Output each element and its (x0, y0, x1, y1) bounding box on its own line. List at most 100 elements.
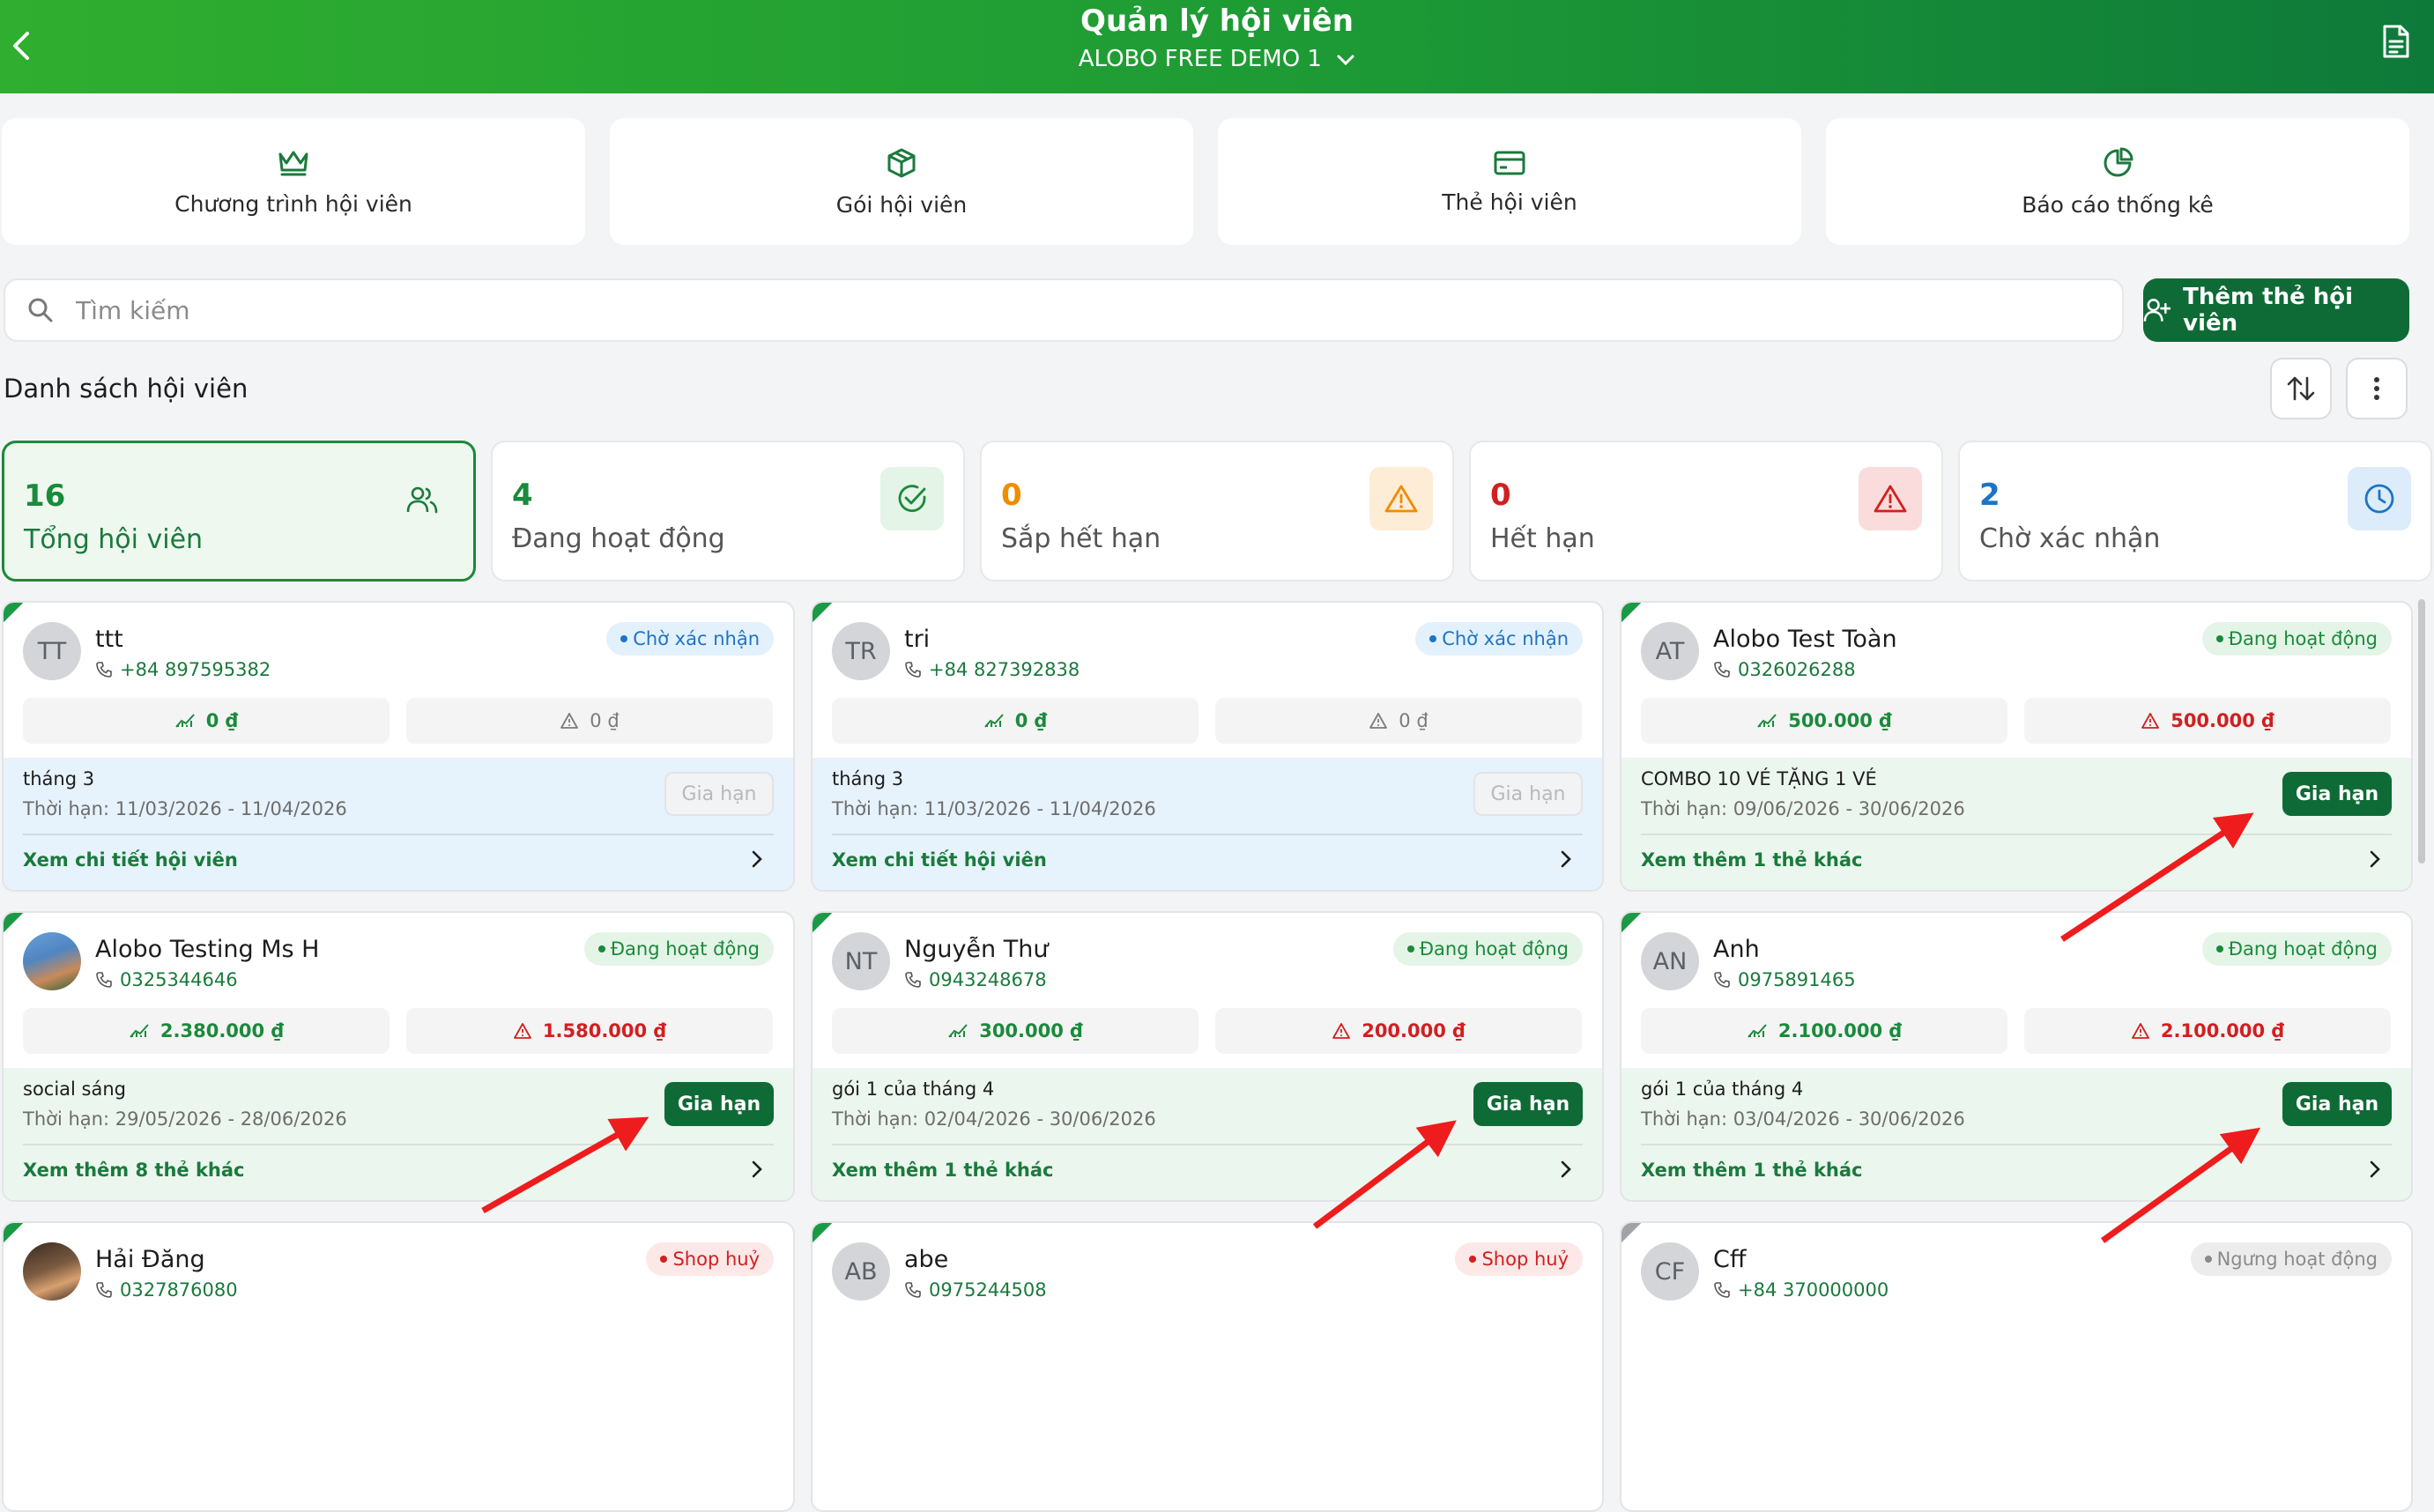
membership-section: gói 1 của tháng 4 Thời hạn: 03/04/2026 -… (1621, 1068, 2411, 1200)
stat-label: Sắp hết hạn (1001, 523, 1161, 554)
card-icon (1494, 151, 1525, 174)
stat-expiring-soon[interactable]: 0 Sắp hết hạn (980, 441, 1454, 582)
status-badge: Chờ xác nhận (1415, 622, 1583, 656)
stat-icon-box (1859, 467, 1922, 530)
debt-amount: 500.000 ₫ (2171, 710, 2274, 731)
tile-membership-package[interactable]: Gói hội viên (610, 118, 1193, 245)
tile-label: Báo cáo thống kê (2022, 191, 2214, 218)
paid-amount: 300.000 ₫ (979, 1020, 1083, 1041)
divider (832, 1144, 1583, 1145)
scrollbar-thumb[interactable] (2418, 599, 2425, 863)
member-name: abe (904, 1246, 949, 1273)
member-phone[interactable]: 0943248678 (904, 969, 1047, 990)
stat-expired[interactable]: 0 Hết hạn (1469, 441, 1943, 582)
phone-number: 0326026288 (1738, 659, 1856, 680)
stat-active[interactable]: 4 Đang hoạt động (491, 441, 965, 582)
status-dot (2215, 945, 2223, 952)
member-card[interactable]: TR tri +84 827392838 Chờ xác nhận 0 ₫ 0 … (811, 601, 1604, 892)
paid-amount: 2.100.000 ₫ (1777, 1020, 1903, 1041)
status-text: Đang hoạt động (2228, 628, 2378, 649)
sort-button[interactable] (2270, 358, 2332, 419)
member-phone[interactable]: +84 370000000 (1713, 1279, 1889, 1301)
document-icon (2383, 25, 2409, 58)
phone-number: +84 370000000 (1738, 1279, 1889, 1301)
stat-label: Tổng hội viên (24, 524, 204, 555)
member-card[interactable]: AT Alobo Test Toàn 0326026288 Đang hoạt … (1620, 601, 2413, 892)
chevron-right-icon[interactable] (744, 1156, 770, 1182)
membership-section: COMBO 10 VÉ TẶNG 1 VÉ Thời hạn: 09/06/20… (1621, 758, 2411, 890)
member-phone[interactable]: 0325344646 (95, 969, 238, 990)
membership-section: tháng 3 Thời hạn: 11/03/2026 - 11/04/202… (813, 758, 1602, 890)
renew-button[interactable]: Gia hạn (664, 772, 774, 816)
chevron-right-icon[interactable] (2362, 846, 2388, 872)
renew-button[interactable]: Gia hạn (2282, 1082, 2392, 1126)
stat-pending[interactable]: 2 Chờ xác nhận (1958, 441, 2432, 582)
more-cards-link[interactable]: Xem thêm 8 thẻ khác (23, 1160, 245, 1181)
renew-button[interactable]: Gia hạn (664, 1082, 774, 1126)
phone-number: 0975244508 (929, 1279, 1047, 1301)
box-icon (887, 148, 916, 177)
clock-icon (2364, 484, 2394, 514)
more-cards-link[interactable]: Xem thêm 1 thẻ khác (1641, 1160, 1863, 1181)
stat-value: 0 (1001, 478, 1022, 513)
chevron-right-icon[interactable] (744, 846, 770, 872)
add-member-card-label: Thêm thẻ hội viên (2183, 284, 2354, 337)
status-text: Shop huỷ (672, 1249, 760, 1270)
paid-amount-box: 500.000 ₫ (1641, 698, 2007, 744)
view-details-link[interactable]: Xem chi tiết hội viên (832, 849, 1047, 871)
store-selector[interactable]: ALOBO FREE DEMO 1 (0, 46, 2434, 72)
member-card[interactable]: Hải Đăng 0327876080 Shop huỷ (2, 1221, 795, 1512)
package-term: Thời hạn: 11/03/2026 - 11/04/2026 (23, 798, 347, 819)
membership-section: gói 1 của tháng 4 Thời hạn: 02/04/2026 -… (813, 1068, 1602, 1200)
member-phone[interactable]: 0975891465 (1713, 969, 1856, 990)
status-dot (2215, 635, 2223, 642)
member-phone[interactable]: 0975244508 (904, 1279, 1047, 1301)
tile-statistics-report[interactable]: Báo cáo thống kê (1826, 118, 2409, 245)
more-cards-link[interactable]: Xem thêm 1 thẻ khác (832, 1160, 1054, 1181)
member-card[interactable]: CF Cff +84 370000000 Ngưng hoạt động (1620, 1221, 2413, 1512)
chevron-right-icon[interactable] (1553, 846, 1579, 872)
divider (23, 834, 774, 835)
phone-number: +84 827392838 (929, 659, 1080, 680)
phone-icon (96, 662, 112, 678)
package-term: Thời hạn: 11/03/2026 - 11/04/2026 (832, 798, 1156, 819)
member-card[interactable]: AB abe 0975244508 Shop huỷ (811, 1221, 1604, 1512)
member-card[interactable]: AN Anh 0975891465 Đang hoạt động 2.100.0… (1620, 911, 2413, 1202)
view-details-link[interactable]: Xem chi tiết hội viên (23, 849, 238, 871)
chevron-right-icon[interactable] (1553, 1156, 1579, 1182)
stat-label: Đang hoạt động (512, 523, 725, 554)
stat-label: Chờ xác nhận (1979, 523, 2161, 554)
member-card[interactable]: Alobo Testing Ms H 0325344646 Đang hoạt … (2, 911, 795, 1202)
report-button[interactable] (2374, 19, 2418, 63)
member-name: Nguyễn Thư (904, 936, 1049, 963)
search-input[interactable] (74, 294, 2013, 326)
more-options-button[interactable] (2346, 358, 2408, 419)
add-member-card-button[interactable]: Thêm thẻ hội viên (2143, 278, 2409, 342)
status-badge: Shop huỷ (1455, 1242, 1583, 1276)
tile-membership-card[interactable]: Thẻ hội viên (1218, 118, 1801, 245)
user-plus-icon (2143, 299, 2171, 322)
debt-amount: 2.100.000 ₫ (2160, 1020, 2285, 1041)
package-term: Thời hạn: 29/05/2026 - 28/06/2026 (23, 1108, 347, 1130)
stat-total-members[interactable]: 16 Tổng hội viên (2, 441, 476, 582)
member-phone[interactable]: +84 897595382 (95, 659, 271, 680)
member-card[interactable]: TT ttt +84 897595382 Chờ xác nhận 0 ₫ 0 … (2, 601, 795, 892)
stat-value: 2 (1979, 478, 2000, 513)
renew-button[interactable]: Gia hạn (2282, 772, 2392, 816)
users-icon (406, 486, 438, 514)
package-term: Thời hạn: 03/04/2026 - 30/06/2026 (1641, 1108, 1965, 1130)
chevron-right-icon[interactable] (2362, 1156, 2388, 1182)
debt-amount: 1.580.000 ₫ (542, 1020, 667, 1041)
renew-button[interactable]: Gia hạn (1473, 772, 1583, 816)
more-cards-link[interactable]: Xem thêm 1 thẻ khác (1641, 849, 1863, 871)
member-phone[interactable]: 0326026288 (1713, 659, 1856, 680)
member-phone[interactable]: +84 827392838 (904, 659, 1080, 680)
paid-amount: 0 ₫ (1014, 710, 1048, 731)
tile-membership-program[interactable]: Chương trình hội viên (2, 118, 585, 245)
renew-button[interactable]: Gia hạn (1473, 1082, 1583, 1126)
paid-amount-box: 0 ₫ (832, 698, 1198, 744)
member-card[interactable]: NT Nguyễn Thư 0943248678 Đang hoạt động … (811, 911, 1604, 1202)
phone-icon (1714, 1282, 1730, 1298)
member-phone[interactable]: 0327876080 (95, 1279, 238, 1301)
avatar: TR (832, 622, 890, 680)
